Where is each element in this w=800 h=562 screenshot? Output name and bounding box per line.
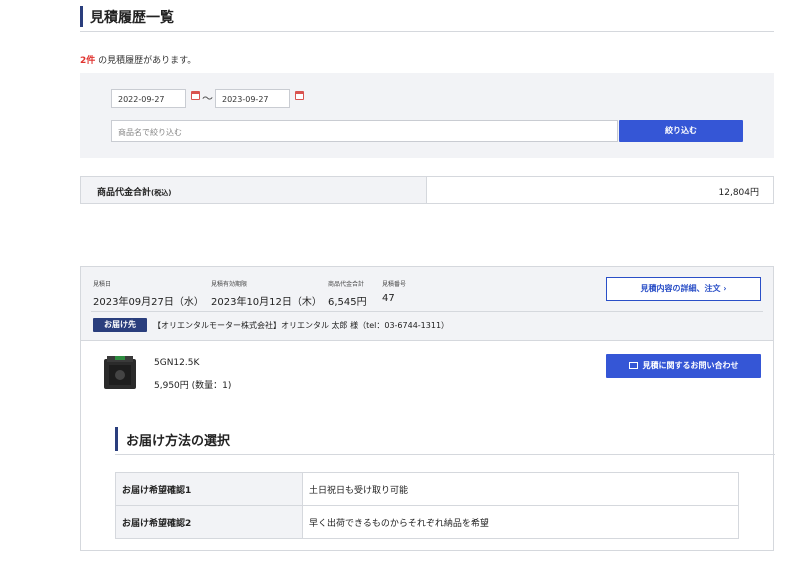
result-count-number: 2件: [80, 56, 96, 66]
quote-number-value: 47: [382, 293, 395, 304]
quote-number-label: 見積番号: [382, 281, 407, 288]
keyword-filter-input[interactable]: 商品名で絞り込む: [111, 120, 618, 142]
result-count: 2件 の見積履歴があります。: [80, 53, 196, 66]
quote-amount-label: 商品代金合計: [328, 281, 365, 288]
quote-expiry-value: 2023年10月12日（木）: [211, 297, 322, 308]
filter-button[interactable]: 絞り込む: [619, 120, 743, 142]
title-accent-bar: [80, 6, 83, 27]
date-to-input[interactable]: 2023-09-27: [215, 89, 290, 108]
total-amount-box: 商品代金合計(税込) 12,804円: [80, 176, 774, 204]
result-count-text: の見積履歴があります。: [98, 56, 197, 66]
quote-inquiry-label: 見積に関するお問い合わせ: [642, 361, 739, 370]
total-label-text: 商品代金合計: [97, 188, 152, 198]
total-amount-label: 商品代金合計(税込): [81, 177, 427, 203]
delivery-badge: お届け先: [93, 318, 147, 332]
quote-expiry: 見積有効期限 2023年10月12日（木）: [211, 279, 322, 308]
section-accent-bar: [115, 427, 118, 451]
header-divider: [91, 311, 763, 312]
quote-card-header: 見積日 2023年09月27日（水） 見積有効期限 2023年10月12日（木）…: [81, 267, 773, 341]
quote-expiry-label: 見積有効期限: [211, 281, 248, 288]
option-value: 早く出荷できるものからそれぞれ納品を希望: [302, 505, 739, 539]
product-image: [104, 356, 136, 389]
table-row: お届け希望確認2 早く出荷できるものからそれぞれ納品を希望: [115, 505, 739, 539]
tax-included-note: (税込): [151, 189, 172, 197]
quote-amount: 商品代金合計 6,545円: [328, 279, 367, 308]
delivery-method-section-title: お届け方法の選択: [115, 427, 775, 455]
option-label: お届け希望確認1: [115, 472, 303, 506]
quote-inquiry-button[interactable]: 見積に関するお問い合わせ: [606, 354, 761, 378]
quote-number: 見積番号 47: [382, 279, 406, 304]
filter-panel: 2022-09-27 〜 2023-09-27 商品名で絞り込む 絞り込む: [80, 73, 774, 158]
table-row: お届け希望確認1 土日祝日も受け取り可能: [115, 472, 739, 506]
total-amount-value: 12,804円: [718, 188, 760, 198]
date-from-input[interactable]: 2022-09-27: [111, 89, 186, 108]
page-title: 見積履歴一覧: [90, 10, 174, 26]
option-label: お届け希望確認2: [115, 505, 303, 539]
date-range-separator: 〜: [202, 92, 213, 105]
calendar-icon[interactable]: [191, 91, 200, 100]
option-value: 土日祝日も受け取り可能: [302, 472, 739, 506]
quote-date: 見積日 2023年09月27日（水）: [93, 279, 204, 308]
mail-icon: [628, 362, 638, 369]
product-price: 5,950円 (数量：1): [154, 381, 232, 391]
delivery-address: 【オリエンタルモーター株式会社】オリエンタル 太郎 様（tel：03-6744-…: [153, 321, 450, 330]
section-title-text: お届け方法の選択: [126, 434, 231, 449]
delivery-options-table: お届け希望確認1 土日祝日も受け取り可能 お届け希望確認2 早く出荷できるものか…: [115, 472, 739, 539]
quote-card: 見積日 2023年09月27日（水） 見積有効期限 2023年10月12日（木）…: [80, 266, 775, 551]
page-title-block: 見積履歴一覧: [80, 6, 774, 32]
calendar-icon[interactable]: [295, 91, 304, 100]
quote-amount-value: 6,545円: [328, 297, 367, 308]
quote-date-label: 見積日: [93, 281, 112, 288]
product-name[interactable]: 5GN12.5K: [154, 358, 199, 368]
quote-detail-order-button[interactable]: 見積内容の詳細、注文 ›: [606, 277, 761, 301]
quote-date-value: 2023年09月27日（水）: [93, 297, 204, 308]
